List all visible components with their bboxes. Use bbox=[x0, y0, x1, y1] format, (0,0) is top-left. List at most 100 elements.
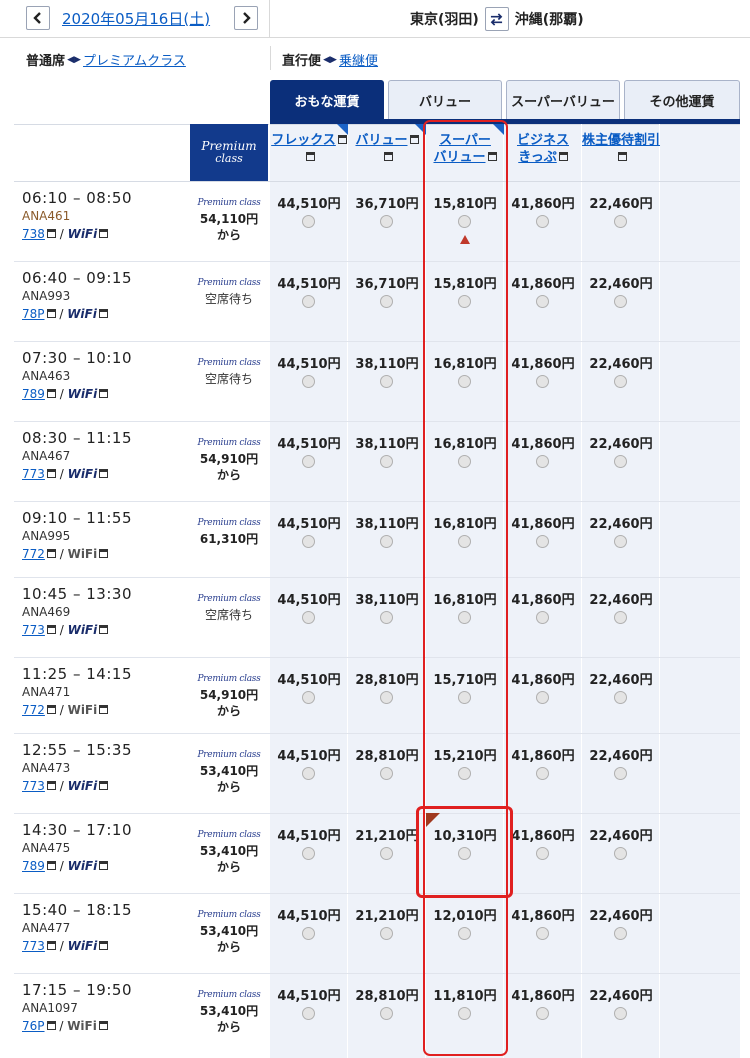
premium-class-cell[interactable]: Premium class 61,310円 bbox=[190, 515, 268, 547]
fare-rules-icon[interactable] bbox=[337, 135, 347, 144]
aircraft-info-icon[interactable] bbox=[46, 309, 56, 318]
premium-class-cell[interactable]: Premium class 53,410円 から bbox=[190, 987, 268, 1035]
aircraft-link[interactable]: 738 bbox=[22, 227, 45, 241]
fare-radio-business[interactable] bbox=[536, 767, 549, 780]
column-header-label[interactable]: バリュー bbox=[355, 133, 407, 148]
premium-class-cell[interactable]: Premium class 空席待ち bbox=[190, 355, 268, 387]
fare-radio-business[interactable] bbox=[536, 1007, 549, 1020]
fare-radio-flex[interactable] bbox=[302, 455, 315, 468]
fare-rules-icon[interactable] bbox=[558, 152, 568, 161]
fare-radio-value[interactable] bbox=[380, 1007, 393, 1020]
column-header-label[interactable]: バリュー bbox=[433, 150, 485, 165]
swap-route-button[interactable] bbox=[484, 7, 509, 31]
column-header-label[interactable]: スーパー bbox=[439, 133, 491, 148]
premium-class-cell[interactable]: Premium class 空席待ち bbox=[190, 591, 268, 623]
fare-radio-business[interactable] bbox=[536, 691, 549, 704]
connecting-flight-link[interactable]: 乗継便 bbox=[339, 50, 378, 69]
fare-radio-value[interactable] bbox=[380, 215, 393, 228]
premium-class-cell[interactable]: Premium class 53,410円 から bbox=[190, 827, 268, 875]
aircraft-link[interactable]: 773 bbox=[22, 467, 45, 481]
fare-radio-shareholder[interactable] bbox=[614, 375, 627, 388]
premium-class-cell[interactable]: Premium class 54,110円 から bbox=[190, 195, 268, 243]
aircraft-info-icon[interactable] bbox=[46, 229, 56, 238]
fare-radio-value[interactable] bbox=[380, 927, 393, 940]
fare-rules-icon[interactable] bbox=[487, 152, 497, 161]
fare-radio-value[interactable] bbox=[380, 535, 393, 548]
fare-radio-shareholder[interactable] bbox=[614, 927, 627, 940]
fare-radio-business[interactable] bbox=[536, 847, 549, 860]
aircraft-link[interactable]: 773 bbox=[22, 623, 45, 637]
fare-radio-business[interactable] bbox=[536, 375, 549, 388]
column-header-label[interactable]: 株主優待割引 bbox=[582, 133, 660, 148]
wifi-info-icon[interactable] bbox=[99, 941, 109, 950]
aircraft-info-icon[interactable] bbox=[46, 941, 56, 950]
aircraft-link[interactable]: 773 bbox=[22, 779, 45, 793]
fare-radio-business[interactable] bbox=[536, 295, 549, 308]
aircraft-link[interactable]: 76P bbox=[22, 1019, 45, 1033]
aircraft-info-icon[interactable] bbox=[46, 549, 56, 558]
date-link[interactable]: 2020年05月16日(土) bbox=[62, 8, 210, 29]
fare-radio-business[interactable] bbox=[536, 455, 549, 468]
fare-radio-super-value[interactable] bbox=[458, 847, 471, 860]
aircraft-info-icon[interactable] bbox=[46, 781, 56, 790]
fare-radio-flex[interactable] bbox=[302, 847, 315, 860]
wifi-info-icon[interactable] bbox=[99, 781, 109, 790]
wifi-info-icon[interactable] bbox=[99, 625, 109, 634]
wifi-info-icon[interactable] bbox=[99, 389, 109, 398]
fare-radio-super-value[interactable] bbox=[458, 927, 471, 940]
aircraft-info-icon[interactable] bbox=[46, 469, 56, 478]
tab-main-fares[interactable]: おもな運賃 bbox=[270, 80, 384, 120]
fare-radio-super-value[interactable] bbox=[458, 295, 471, 308]
fare-radio-value[interactable] bbox=[380, 375, 393, 388]
fare-radio-super-value[interactable] bbox=[458, 215, 471, 228]
aircraft-link[interactable]: 773 bbox=[22, 939, 45, 953]
column-header-label[interactable]: フレックス bbox=[271, 133, 336, 148]
fare-radio-super-value[interactable] bbox=[458, 611, 471, 624]
aircraft-link[interactable]: 78P bbox=[22, 307, 45, 321]
fare-radio-shareholder[interactable] bbox=[614, 215, 627, 228]
tab-super-value[interactable]: スーパーバリュー bbox=[506, 80, 620, 120]
fare-radio-business[interactable] bbox=[536, 927, 549, 940]
fare-radio-value[interactable] bbox=[380, 611, 393, 624]
fare-radio-flex[interactable] bbox=[302, 1007, 315, 1020]
fare-radio-shareholder[interactable] bbox=[614, 847, 627, 860]
fare-radio-shareholder[interactable] bbox=[614, 535, 627, 548]
aircraft-link[interactable]: 772 bbox=[22, 703, 45, 717]
fare-radio-value[interactable] bbox=[380, 691, 393, 704]
fare-radio-shareholder[interactable] bbox=[614, 295, 627, 308]
wifi-info-icon[interactable] bbox=[99, 861, 109, 870]
aircraft-info-icon[interactable] bbox=[46, 389, 56, 398]
fare-radio-super-value[interactable] bbox=[458, 1007, 471, 1020]
aircraft-info-icon[interactable] bbox=[46, 861, 56, 870]
fare-radio-super-value[interactable] bbox=[458, 691, 471, 704]
fare-radio-value[interactable] bbox=[380, 455, 393, 468]
fare-rules-icon[interactable] bbox=[409, 135, 419, 144]
fare-radio-shareholder[interactable] bbox=[614, 1007, 627, 1020]
premium-class-cell[interactable]: Premium class 空席待ち bbox=[190, 275, 268, 307]
fare-radio-flex[interactable] bbox=[302, 295, 315, 308]
aircraft-link[interactable]: 789 bbox=[22, 859, 45, 873]
fare-radio-value[interactable] bbox=[380, 767, 393, 780]
fare-radio-flex[interactable] bbox=[302, 611, 315, 624]
fare-radio-shareholder[interactable] bbox=[614, 691, 627, 704]
wifi-info-icon[interactable] bbox=[99, 705, 109, 714]
next-day-button[interactable] bbox=[234, 6, 258, 30]
wifi-info-icon[interactable] bbox=[98, 1021, 108, 1030]
fare-radio-flex[interactable] bbox=[302, 767, 315, 780]
wifi-info-icon[interactable] bbox=[99, 469, 109, 478]
fare-radio-business[interactable] bbox=[536, 611, 549, 624]
aircraft-info-icon[interactable] bbox=[46, 1021, 56, 1030]
prev-day-button[interactable] bbox=[26, 6, 50, 30]
premium-class-cell[interactable]: Premium class 54,910円 から bbox=[190, 671, 268, 719]
aircraft-link[interactable]: 772 bbox=[22, 547, 45, 561]
premium-class-cell[interactable]: Premium class 54,910円 から bbox=[190, 435, 268, 483]
aircraft-info-icon[interactable] bbox=[46, 705, 56, 714]
premium-class-cell[interactable]: Premium class 53,410円 から bbox=[190, 747, 268, 795]
fare-radio-super-value[interactable] bbox=[458, 535, 471, 548]
fare-rules-icon[interactable] bbox=[617, 152, 627, 161]
wifi-info-icon[interactable] bbox=[99, 549, 109, 558]
fare-radio-shareholder[interactable] bbox=[614, 767, 627, 780]
fare-radio-super-value[interactable] bbox=[458, 375, 471, 388]
fare-radio-flex[interactable] bbox=[302, 927, 315, 940]
fare-radio-value[interactable] bbox=[380, 847, 393, 860]
